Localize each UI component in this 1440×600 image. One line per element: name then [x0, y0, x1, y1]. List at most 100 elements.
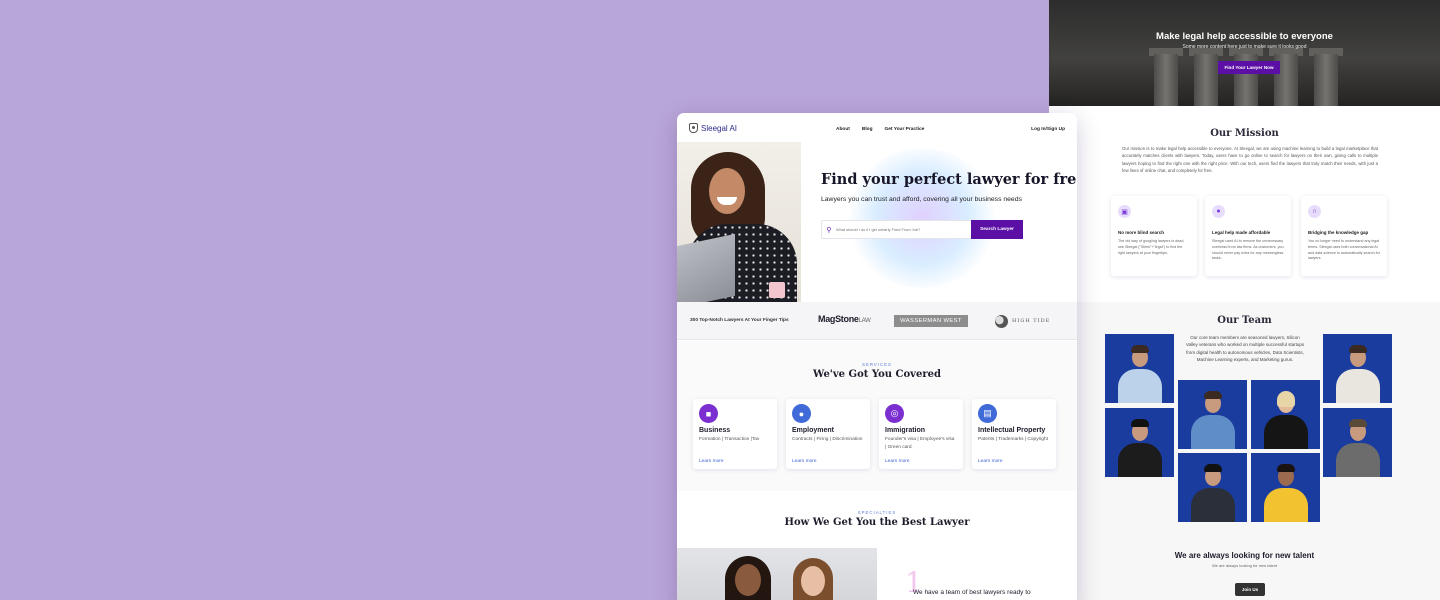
- logo-text: Sleegal AI: [701, 123, 738, 133]
- nav-link-blog[interactable]: Blog: [862, 127, 873, 132]
- top-nav: Sleegal AI About Blog Get Your Practice …: [677, 113, 1077, 143]
- team-member-photo: [1178, 380, 1247, 449]
- mission-text: Our mission is to make legal help access…: [1122, 146, 1378, 173]
- hair: [1348, 419, 1367, 427]
- body: [1117, 369, 1162, 403]
- lawyer-search-bar: ⚲ Search Lawyer: [821, 220, 1023, 239]
- nav-link-about[interactable]: About: [836, 127, 850, 132]
- high-tide-logo: HIGH TIDE: [995, 315, 1050, 328]
- services-kicker: SERVICES: [862, 362, 892, 367]
- hair: [1203, 464, 1222, 472]
- service-text: Formation | Transaction |Tax: [699, 437, 760, 442]
- learn-more-link[interactable]: Learn more: [885, 459, 910, 464]
- learn-more-link[interactable]: Learn more: [699, 459, 724, 464]
- hiring-subtitle: We are always looking for new talent: [1211, 563, 1278, 568]
- hero-glow: [847, 148, 997, 288]
- search-lawyer-button[interactable]: Search Lawyer: [971, 220, 1023, 239]
- nav-link-get-your-practice[interactable]: Get Your Practice: [885, 127, 925, 132]
- service-title: Intellectual Property: [978, 427, 1046, 434]
- high-tide-logo-text: HIGH TIDE: [1012, 318, 1051, 324]
- team-text: Our core team members are seasoned lawye…: [1185, 335, 1305, 362]
- hero-title: Find your perfect lawyer for free: [821, 171, 1077, 188]
- mission-card-title: Legal help made affordable: [1212, 230, 1271, 235]
- learn-more-link[interactable]: Learn more: [792, 459, 817, 464]
- specialties-title: How We Get You the Best Lawyer: [784, 517, 970, 528]
- team-member-photo: [1105, 334, 1174, 403]
- body: [1117, 443, 1162, 477]
- search-icon: ▣: [1118, 205, 1131, 218]
- services-title: We've Got You Covered: [813, 369, 941, 380]
- mission-title: Our Mission: [1210, 128, 1279, 139]
- hair: [1130, 419, 1149, 427]
- face: [709, 168, 745, 214]
- face: [735, 564, 761, 596]
- login-signup-link[interactable]: Log In/Sign Up: [1031, 127, 1065, 132]
- body: [1335, 369, 1380, 403]
- body: [1335, 443, 1380, 477]
- team-member-photo: [1323, 334, 1392, 403]
- mission-card-text: The old way of googling lawyers is dead,…: [1118, 239, 1185, 255]
- service-title: Employment: [792, 427, 835, 434]
- team-member-photo: [1178, 453, 1247, 522]
- hair: [1348, 345, 1367, 353]
- mission-card-text: You no longer need to understand any leg…: [1308, 239, 1380, 261]
- learn-more-link[interactable]: Learn more: [978, 459, 1003, 464]
- service-card-employment[interactable]: ● Employment Contracts | Firing | Discri…: [786, 399, 870, 469]
- body: [1263, 415, 1308, 449]
- service-text: Founder's visa | Employee's visa | Green…: [885, 437, 955, 450]
- hero-subtitle: Lawyers you can trust and afford, coveri…: [821, 196, 1022, 203]
- specialties-photo: [677, 548, 877, 600]
- laptop: [677, 233, 735, 302]
- mug: [769, 282, 785, 298]
- home-page-preview: Sleegal AI About Blog Get Your Practice …: [677, 113, 1077, 600]
- mission-card-text: Sleegal used AI to remove the unnecessar…: [1212, 239, 1284, 261]
- search-icon: ⚲: [826, 226, 832, 234]
- hero-photo: [677, 142, 801, 302]
- magstone-logo-suffix: LAW: [858, 318, 871, 324]
- search-input[interactable]: [836, 227, 971, 232]
- team-member-photo: [1251, 380, 1320, 449]
- team-title: Our Team: [1217, 315, 1272, 326]
- join-us-button[interactable]: Join Us: [1235, 583, 1265, 596]
- lawyers-count-label: 300 Top-Notch Lawyers At Your Finger Tip…: [690, 318, 789, 323]
- hair: [1276, 391, 1295, 407]
- service-text: Patents | Trademarks | Copyright: [978, 437, 1048, 442]
- partner-logos-strip: 300 Top-Notch Lawyers At Your Finger Tip…: [677, 302, 1077, 340]
- body: [1190, 415, 1235, 449]
- briefcase-icon: ■: [699, 404, 718, 423]
- body: [1263, 488, 1308, 522]
- hair: [1276, 464, 1295, 472]
- hero-overlay: [1049, 0, 1440, 106]
- service-card-intellectual-property[interactable]: ▤ Intellectual Property Patents | Tradem…: [972, 399, 1056, 469]
- hiring-title: We are always looking for new talent: [1174, 551, 1315, 560]
- service-title: Immigration: [885, 427, 926, 434]
- passport-icon: ◎: [885, 404, 904, 423]
- about-hero-subtitle: Some more content here just to make sure…: [1182, 44, 1307, 50]
- team-member-photo: [1323, 408, 1392, 477]
- bridge-icon: ∩: [1308, 205, 1321, 218]
- team-member-photo: [1105, 408, 1174, 477]
- wave-icon: [995, 315, 1008, 328]
- site-logo[interactable]: Sleegal AI: [689, 123, 737, 133]
- hair: [1203, 391, 1222, 399]
- face: [801, 566, 825, 596]
- mission-card-title: No more blind search: [1118, 230, 1165, 235]
- hair: [1130, 345, 1149, 353]
- find-lawyer-button[interactable]: Find Your Lawyer Now: [1218, 61, 1280, 74]
- service-title: Business: [699, 427, 731, 434]
- money-icon: ●: [1212, 205, 1225, 218]
- magstone-logo: MagStoneLAW: [818, 314, 871, 324]
- employee-icon: ●: [792, 404, 811, 423]
- mission-card-title: Bridging the knowledge gap: [1308, 230, 1369, 235]
- mission-card: ∩ Bridging the knowledge gap You no long…: [1301, 196, 1387, 276]
- step-text: We have a team of best lawyers ready to: [913, 589, 1031, 596]
- about-hero: Make legal help accessible to everyone S…: [1049, 0, 1440, 106]
- service-card-business[interactable]: ■ Business Formation | Transaction |Tax …: [693, 399, 777, 469]
- about-hero-title: Make legal help accessible to everyone: [1156, 31, 1333, 42]
- mission-card: ● Legal help made affordable Sleegal use…: [1205, 196, 1291, 276]
- wasserman-west-logo: WASSERMAN WEST: [894, 315, 968, 327]
- mission-card: ▣ No more blind search The old way of go…: [1111, 196, 1197, 276]
- about-page-preview: Make legal help accessible to everyone S…: [1049, 0, 1440, 600]
- service-text: Contracts | Firing | Discrimination: [792, 437, 863, 442]
- service-card-immigration[interactable]: ◎ Immigration Founder's visa | Employee'…: [879, 399, 963, 469]
